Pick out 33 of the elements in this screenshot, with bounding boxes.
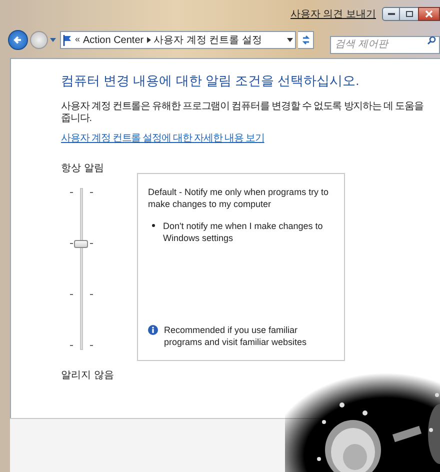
slider-bottom-label: 알리지 않음: [61, 368, 115, 382]
refresh-icon[interactable]: [300, 35, 310, 45]
tick-mark: [70, 242, 73, 244]
info-icon: [148, 324, 158, 334]
refresh-button[interactable]: [298, 31, 314, 49]
breadcrumb-item[interactable]: Action Center: [83, 32, 144, 48]
chevron-icon: [146, 37, 151, 43]
slider-top-label: 항상 알림: [61, 162, 105, 176]
close-button[interactable]: [418, 7, 440, 21]
dropdown-icon[interactable]: [287, 38, 293, 42]
maximize-button[interactable]: [400, 7, 418, 21]
tick-mark: [90, 242, 93, 244]
tick-mark: [90, 294, 93, 296]
slider-thumb[interactable]: [74, 240, 88, 248]
close-icon[interactable]: [425, 10, 433, 18]
breadcrumb-separator: «: [75, 33, 80, 46]
back-arrow-icon[interactable]: [13, 35, 23, 45]
setting-description: Default - Notify me only when programs try to make changes to my computer: [148, 186, 330, 210]
bullet-icon: [152, 224, 155, 226]
tick-mark: [70, 294, 73, 296]
help-link[interactable]: 사용자 계정 컨트롤 설정에 대한 자세한 내용 보기: [61, 132, 264, 144]
description-text: 사용자 계정 컨트롤은 유해한 프로그램이 컴퓨터를 변경할 수 없도록 방지하는 데 도움을 줍니다.: [61, 100, 424, 124]
flag-icon: [63, 34, 72, 46]
recommendation-note: Recommended if you use familiar programs and visit familiar websites: [164, 324, 308, 348]
feedback-link[interactable]: 사용자 의견 보내기: [290, 6, 376, 22]
bullet-text: Don't notify me when I make changes to Windows settings: [163, 220, 324, 244]
search-field[interactable]: 검색 제어판: [330, 36, 440, 54]
address-bar[interactable]: « Action Center 사용자 계정 컨트롤 설정: [60, 31, 296, 49]
breadcrumb-item[interactable]: 사용자 계정 컨트롤 설정: [154, 32, 262, 48]
search-icon[interactable]: [427, 36, 436, 44]
back-button[interactable]: [8, 30, 28, 50]
minimize-button[interactable]: [382, 7, 400, 21]
page-heading: 컴퓨터 변경 내용에 대한 알림 조건을 선택하십시오.: [61, 72, 360, 90]
